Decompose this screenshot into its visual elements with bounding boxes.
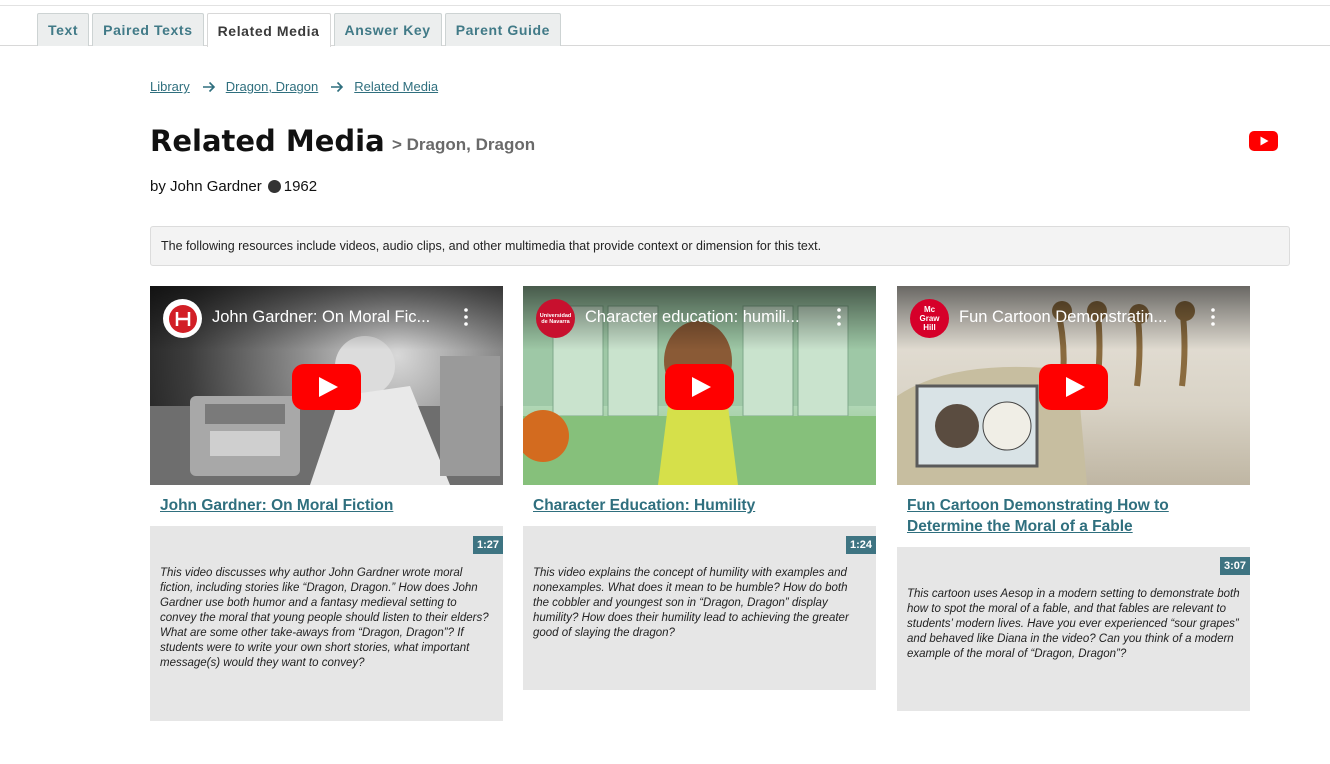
tab-bar: Text Paired Texts Related Media Answer K… xyxy=(0,13,1330,47)
play-icon[interactable] xyxy=(1039,364,1108,410)
tab-paired-texts[interactable]: Paired Texts xyxy=(92,13,204,46)
breadcrumb: Library Dragon, Dragon Related Media xyxy=(150,79,438,94)
media-card: Universidad de Navarra Character educati… xyxy=(523,286,876,690)
more-vertical-icon[interactable] xyxy=(464,308,468,326)
media-title-link[interactable]: John Gardner: On Moral Fiction xyxy=(160,495,493,516)
play-icon[interactable] xyxy=(292,364,361,410)
media-title-link[interactable]: Fun Cartoon Demonstrating How to Determi… xyxy=(907,495,1240,537)
duration-badge: 1:27 xyxy=(472,536,503,554)
media-card: Mc Graw Hill Fun Cartoon Demonstratin...… xyxy=(897,286,1250,711)
media-description: 3:07 This cartoon uses Aesop in a modern… xyxy=(897,547,1250,711)
description-text: This cartoon uses Aesop in a modern sett… xyxy=(907,588,1240,660)
description-text: This video explains the concept of humil… xyxy=(533,567,849,639)
video-embed[interactable]: Universidad de Navarra Character educati… xyxy=(523,286,876,485)
separator-dot xyxy=(267,180,281,193)
description-text: This video discusses why author John Gar… xyxy=(160,567,489,669)
channel-avatar[interactable]: Universidad de Navarra xyxy=(536,299,575,338)
duration-badge: 3:07 xyxy=(1219,557,1250,575)
publication-year: 1962 xyxy=(283,178,318,195)
media-title-link[interactable]: Character Education: Humility xyxy=(533,495,866,516)
video-title[interactable]: Fun Cartoon Demonstratin... xyxy=(959,308,1199,327)
duration-badge: 1:24 xyxy=(845,536,876,554)
video-embed[interactable]: Mc Graw Hill Fun Cartoon Demonstratin... xyxy=(897,286,1250,485)
channel-avatar[interactable] xyxy=(163,299,202,338)
more-vertical-icon[interactable] xyxy=(1211,308,1215,326)
youtube-icon xyxy=(1249,131,1278,151)
media-description: 1:27 This video discusses why author Joh… xyxy=(150,526,503,721)
tab-related-media[interactable]: Related Media xyxy=(206,13,331,47)
media-description: 1:24 This video explains the concept of … xyxy=(523,526,876,690)
breadcrumb-related-media[interactable]: Related Media xyxy=(354,79,438,94)
author: by John Gardner xyxy=(150,178,262,195)
play-icon[interactable] xyxy=(665,364,734,410)
video-title[interactable]: Character education: humili... xyxy=(585,308,825,327)
text-title: > Dragon, Dragon xyxy=(392,135,536,154)
arrow-right-icon xyxy=(331,81,344,92)
top-divider xyxy=(0,5,1330,6)
tab-text[interactable]: Text xyxy=(37,13,90,46)
intro-note: The following resources include videos, … xyxy=(150,226,1290,266)
media-card: John Gardner: On Moral Fic... John Gardn… xyxy=(150,286,503,721)
more-vertical-icon[interactable] xyxy=(837,308,841,326)
breadcrumb-library[interactable]: Library xyxy=(150,79,190,94)
tab-parent-guide[interactable]: Parent Guide xyxy=(444,13,562,46)
page-title: Related Media xyxy=(150,124,385,158)
channel-avatar[interactable]: Mc Graw Hill xyxy=(910,299,949,338)
arrow-right-icon xyxy=(202,81,215,92)
tab-answer-key[interactable]: Answer Key xyxy=(333,13,442,46)
breadcrumb-dragon-dragon[interactable]: Dragon, Dragon xyxy=(226,79,319,94)
video-title[interactable]: John Gardner: On Moral Fic... xyxy=(212,308,452,327)
video-embed[interactable]: John Gardner: On Moral Fic... xyxy=(150,286,503,485)
byline: by John Gardner 1962 xyxy=(150,178,317,195)
